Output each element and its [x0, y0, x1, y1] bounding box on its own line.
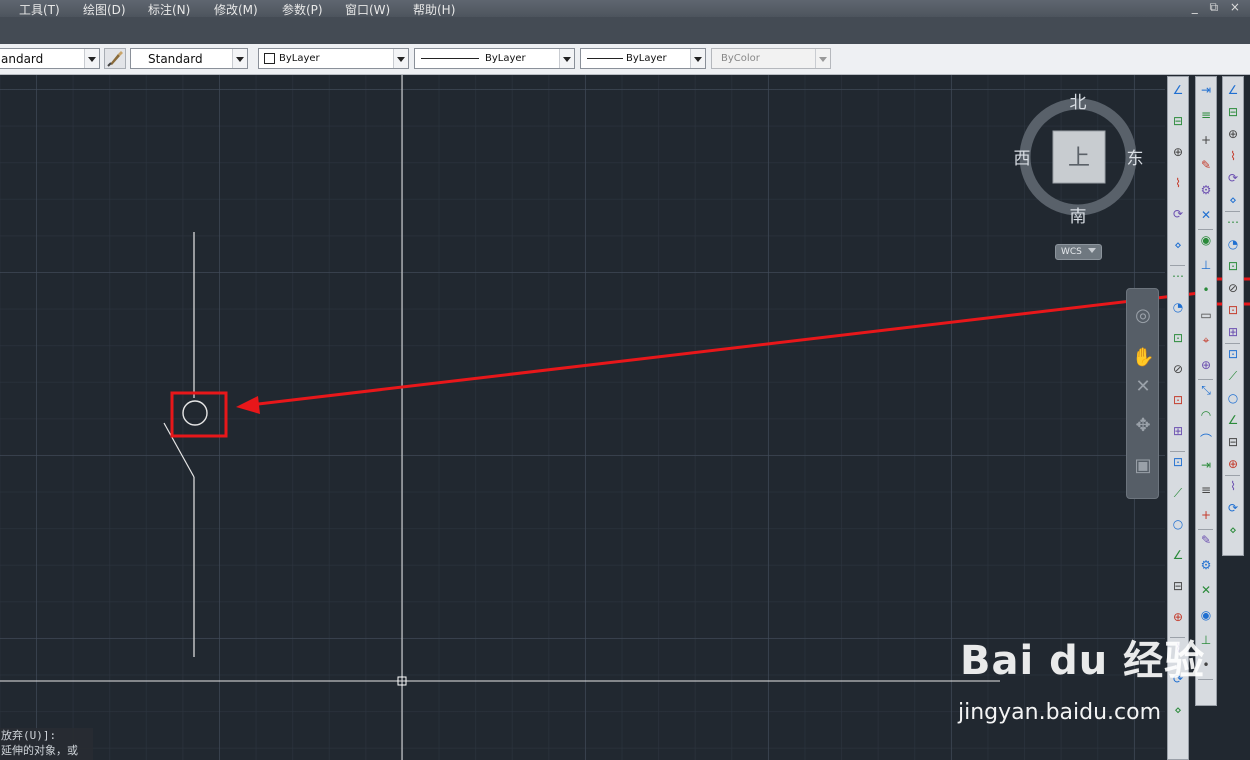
ucs-label: WCS [1061, 247, 1082, 257]
toolbar-separator [1225, 343, 1240, 344]
mirror-icon[interactable]: ⊕ [1224, 125, 1242, 143]
showmotion-icon[interactable]: ▣ [1132, 455, 1154, 477]
snap-perpendicular-icon[interactable]: • [1197, 281, 1215, 299]
zoom-dynamic-icon[interactable]: ≡ [1197, 481, 1215, 499]
snap-intersection-icon[interactable]: + [1197, 131, 1215, 149]
chevron-down-icon [1088, 248, 1096, 253]
move-icon[interactable]: ⋄ [1224, 191, 1242, 209]
command-line-prompt-1: 放弃(U)]: [1, 729, 57, 742]
modify-toolbar: ∠ ⊟ ⊕ ⌇ ⟳ ⋄ ⋯ ◔ ⊡ ⊘ ⊡ ⊞ ⊡ ⟋ ○ ∠ ⊟ ⊕ ⌇ ⟳ ⋄ [1222, 76, 1244, 556]
compass-west[interactable]: 西 [1014, 149, 1031, 169]
jogged-linear-icon[interactable]: ⊟ [1169, 577, 1187, 595]
compass-north[interactable]: 北 [1070, 93, 1087, 113]
compass-east[interactable]: 东 [1127, 149, 1144, 169]
array-icon[interactable]: ⟳ [1224, 169, 1242, 187]
edit-spline-icon[interactable]: ⟳ [1224, 499, 1242, 517]
dim-angular-icon[interactable]: ◔ [1169, 298, 1187, 316]
dim-continue-icon[interactable]: ⊡ [1169, 391, 1187, 409]
zoom-in-icon[interactable]: ✕ [1197, 581, 1215, 599]
copy-icon[interactable]: ⊟ [1224, 103, 1242, 121]
osnap-settings-icon[interactable]: ⌒ [1197, 431, 1215, 449]
navigation-bar: ◎ ✋ ✕ ✥ ▣ [1126, 288, 1159, 499]
object-snap-toolbar: ⇥ ≡ + ✎ ⚙ ✕ ◉ ⊥ • ▭ ⌖ ⊕ ⤡ ◠ ⌒ ⇥ ≡ + ✎ ⚙ ✕ ◉ ⊥ • [1195, 76, 1217, 706]
watermark-url: jingyan.baidu.com [958, 700, 1162, 725]
toolbar-separator [1225, 211, 1240, 212]
dim-edit-icon[interactable]: ⊕ [1169, 608, 1187, 626]
snap-nearest-icon[interactable]: ⤡ [1197, 381, 1215, 399]
break-at-point-icon[interactable]: ⊞ [1224, 323, 1242, 341]
viewcube[interactable]: 北 南 东 西 上 [1014, 93, 1144, 227]
snap-insert-icon[interactable]: ⌖ [1197, 331, 1215, 349]
quick-dim-icon[interactable]: ⊡ [1169, 329, 1187, 347]
zoom-out-icon[interactable]: ◉ [1197, 606, 1215, 624]
snap-parallel-icon[interactable]: ▭ [1197, 306, 1215, 324]
dim-jogged-icon[interactable]: ⋄ [1169, 236, 1187, 254]
dim-radius-icon[interactable]: ⟳ [1169, 205, 1187, 223]
toolbar-separator [1225, 475, 1240, 476]
join-icon[interactable]: ⟋ [1224, 367, 1242, 385]
extend-icon[interactable]: ⊡ [1224, 301, 1242, 319]
toolbar-separator [1170, 265, 1185, 266]
snap-extension-icon[interactable]: ⚙ [1197, 181, 1215, 199]
snap-endpoint-icon[interactable]: ⇥ [1197, 81, 1215, 99]
dim-arc-icon[interactable]: ⊕ [1169, 143, 1187, 161]
command-line[interactable]: 放弃(U)]: 延伸的对象，或 [0, 728, 93, 760]
dim-baseline-icon[interactable]: ⊘ [1169, 360, 1187, 378]
annotation-arrow-line [249, 290, 1209, 407]
chamfer-icon[interactable]: ○ [1224, 389, 1242, 407]
dim-diameter-icon[interactable]: ⋯ [1169, 267, 1187, 285]
scale-icon[interactable]: ◔ [1224, 235, 1242, 253]
snap-apparent-icon[interactable]: ✎ [1197, 156, 1215, 174]
rotate-icon[interactable]: ⋯ [1224, 213, 1242, 231]
watermark-brand: Bai du 经验 [960, 638, 1206, 684]
erase-icon[interactable]: ∠ [1224, 81, 1242, 99]
tolerance-icon[interactable]: ⟋ [1169, 484, 1187, 502]
zoom-scale-icon[interactable]: + [1197, 506, 1215, 524]
stretch-icon[interactable]: ⊡ [1224, 257, 1242, 275]
dim-linear-icon[interactable]: ∠ [1169, 81, 1187, 99]
snap-none-icon[interactable]: ◠ [1197, 406, 1215, 424]
contact-circle[interactable] [182, 400, 208, 426]
toolbar-separator [1198, 529, 1213, 530]
toolbar-separator [1170, 451, 1185, 452]
viewcube-face-label: 上 [1068, 146, 1090, 171]
edit-polyline-icon[interactable]: ⋄ [1224, 521, 1242, 539]
snap-tangent-icon[interactable]: ⊥ [1197, 256, 1215, 274]
offset-icon[interactable]: ⌇ [1224, 147, 1242, 165]
toolbar-separator [1198, 229, 1213, 230]
zoom-extents-icon[interactable]: ✕ [1132, 376, 1154, 398]
toolbar-separator [1198, 379, 1213, 380]
break-icon[interactable]: ⊡ [1224, 345, 1242, 363]
steering-wheel-icon[interactable]: ◎ [1132, 305, 1154, 327]
dim-ordinate-icon[interactable]: ⌇ [1169, 174, 1187, 192]
compass-south[interactable]: 南 [1070, 207, 1087, 227]
dim-aligned-icon[interactable]: ⊟ [1169, 112, 1187, 130]
highlight-box-circle [170, 391, 228, 438]
ucs-menu[interactable]: WCS [1055, 244, 1102, 260]
center-mark-icon[interactable]: ○ [1169, 515, 1187, 533]
inspect-icon[interactable]: ∠ [1169, 546, 1187, 564]
annotation-arrow-head [236, 396, 260, 414]
zoom-object-icon[interactable]: ⚙ [1197, 556, 1215, 574]
dim-style-icon[interactable]: ⋄ [1169, 701, 1187, 719]
switch-blade[interactable] [163, 422, 195, 478]
orbit-icon[interactable]: ✥ [1132, 415, 1154, 437]
snap-quadrant-icon[interactable]: ◉ [1197, 231, 1215, 249]
snap-node-icon[interactable]: ⊕ [1197, 356, 1215, 374]
dim-break-icon[interactable]: ⊡ [1169, 453, 1187, 471]
pan-icon[interactable]: ✋ [1132, 347, 1154, 369]
snap-midpoint-icon[interactable]: ≡ [1197, 106, 1215, 124]
fillet-icon[interactable]: ∠ [1224, 411, 1242, 429]
dim-space-icon[interactable]: ⊞ [1169, 422, 1187, 440]
command-line-prompt-2: 延伸的对象，或 [1, 744, 78, 757]
array-rect-icon[interactable]: ⌇ [1224, 477, 1242, 495]
zoom-center-icon[interactable]: ✎ [1197, 531, 1215, 549]
explode-icon[interactable]: ⊕ [1224, 455, 1242, 473]
trim-icon[interactable]: ⊘ [1224, 279, 1242, 297]
blend-icon[interactable]: ⊟ [1224, 433, 1242, 451]
snap-center-icon[interactable]: ✕ [1197, 206, 1215, 224]
zoom-window-icon[interactable]: ⇥ [1197, 456, 1215, 474]
